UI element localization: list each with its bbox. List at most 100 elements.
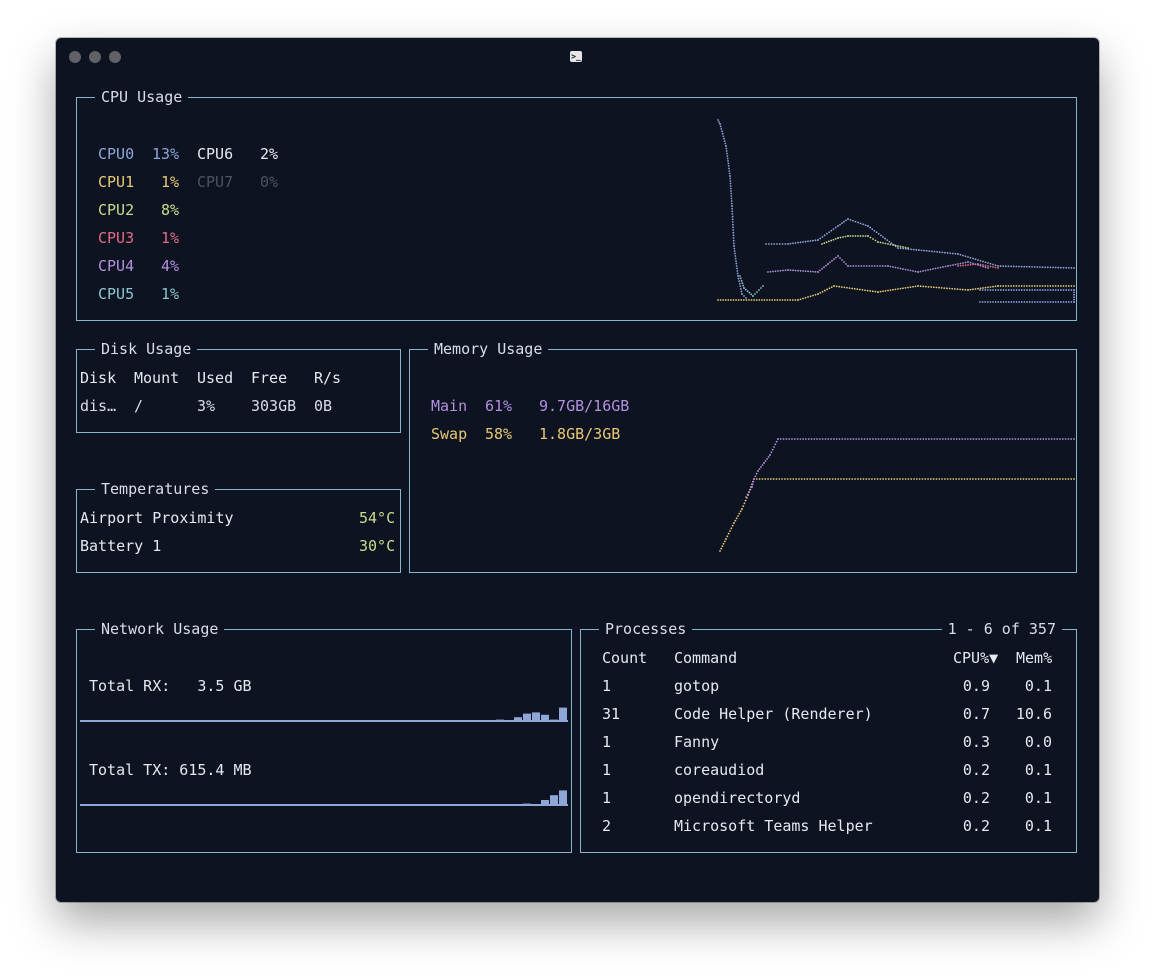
graph-dot (812, 270, 814, 273)
graph-dot (941, 251, 944, 254)
graph-dot (899, 247, 902, 250)
graph-dot (736, 272, 739, 275)
graph-dot (727, 532, 730, 535)
graph-dot (851, 287, 854, 290)
proc-cpu[interactable]: 0.2 (930, 816, 990, 836)
graph-dot (733, 247, 736, 250)
graph-dot (987, 267, 989, 269)
graph-dot (989, 289, 992, 291)
graph-dot (809, 270, 812, 273)
proc-command[interactable]: opendirectoryd (674, 788, 800, 808)
graph-dot (892, 244, 894, 246)
graph-dot (980, 438, 983, 440)
graph-dot (1010, 265, 1013, 268)
graph-dot (982, 265, 984, 268)
temperatures-panel: Temperatures (76, 478, 401, 573)
graph-dot (852, 438, 855, 440)
zoom-button[interactable] (109, 51, 121, 63)
graph-dot (943, 478, 946, 480)
proc-count[interactable]: 1 (602, 788, 611, 808)
graph-dot (860, 265, 863, 267)
proc-header-mem[interactable]: Mem% (1016, 648, 1052, 668)
graph-dot (717, 299, 719, 301)
proc-command[interactable]: Code Helper (Renderer) (674, 704, 873, 724)
close-button[interactable] (69, 51, 81, 63)
disk-header-disk: Disk (80, 369, 117, 387)
proc-count[interactable]: 1 (602, 676, 611, 696)
graph-dot (799, 438, 802, 440)
graph-dot (972, 262, 974, 265)
proc-mem[interactable]: 0.1 (992, 676, 1052, 696)
graph-dot (731, 210, 734, 213)
proc-mem[interactable]: 0.1 (992, 760, 1052, 780)
graph-dot (838, 285, 841, 288)
proc-mem[interactable]: 10.6 (992, 704, 1052, 724)
graph-dot (787, 243, 789, 245)
proc-count[interactable]: 2 (602, 816, 611, 836)
graph-dot (761, 478, 764, 480)
graph-dot (928, 250, 931, 253)
graph-dot (907, 247, 909, 249)
graph-dot (917, 271, 919, 273)
proc-mem[interactable]: 0.1 (992, 816, 1052, 836)
proc-command[interactable]: Fanny (674, 732, 719, 752)
graph-dot (727, 165, 730, 167)
graph-dot (1044, 266, 1047, 269)
proc-mem[interactable]: 0.1 (992, 788, 1052, 808)
proc-command[interactable]: gotop (674, 676, 719, 696)
graph-dot (859, 478, 862, 480)
graph-dot (1073, 301, 1075, 303)
graph-dot (1067, 285, 1070, 287)
proc-mem[interactable]: 0.0 (992, 732, 1052, 752)
graph-dot (727, 162, 730, 165)
proc-command[interactable]: Microsoft Teams Helper (674, 816, 873, 836)
graph-dot (1034, 438, 1036, 440)
graph-dot (738, 280, 741, 283)
proc-cpu[interactable]: 0.9 (930, 676, 990, 696)
graph-dot (882, 478, 885, 480)
proc-count[interactable]: 1 (602, 760, 611, 780)
graph-dot (1033, 301, 1036, 303)
graph-dot (848, 287, 851, 290)
graph-dot (887, 478, 890, 480)
memory-main-percent: 61% (485, 397, 513, 415)
graph-dot (731, 221, 734, 223)
graph-dot (762, 285, 764, 287)
graph-dot (1015, 289, 1018, 291)
graph-dot (902, 438, 905, 440)
proc-cpu[interactable]: 0.3 (930, 732, 990, 752)
graph-dot (767, 456, 770, 458)
graph-dot (952, 478, 955, 480)
graph-dot (869, 438, 872, 440)
sparkline-bar (541, 800, 549, 806)
graph-dot (734, 257, 737, 260)
graph-dot (865, 478, 868, 480)
proc-header-cpu[interactable]: CPU%▼ (953, 648, 998, 668)
proc-cpu[interactable]: 0.7 (930, 704, 990, 724)
graph-dot (725, 145, 727, 147)
proc-count[interactable]: 1 (602, 732, 611, 752)
graph-dot (732, 299, 735, 301)
graph-dot (736, 270, 739, 272)
graph-dot (884, 237, 887, 240)
proc-count[interactable]: 31 (602, 704, 620, 724)
graph-dot (997, 289, 1000, 291)
graph-dot (929, 268, 932, 271)
proc-cpu[interactable]: 0.2 (930, 760, 990, 780)
proc-cpu[interactable]: 0.2 (930, 788, 990, 808)
graph-dot (957, 263, 959, 265)
graph-dot (1031, 265, 1033, 268)
graph-dot (1007, 265, 1010, 268)
minimize-button[interactable] (89, 51, 101, 63)
memory-usage-title: Memory Usage (428, 338, 549, 360)
graph-dot (989, 265, 992, 268)
graph-dot (992, 301, 994, 303)
proc-header-command[interactable]: Command (674, 648, 737, 668)
graph-dot (922, 270, 924, 272)
graph-dot (1039, 289, 1041, 291)
graph-dot (1049, 266, 1052, 269)
graph-dot (758, 289, 760, 291)
graph-dot (770, 243, 773, 245)
proc-command[interactable]: coreaudiod (674, 760, 764, 780)
proc-header-count[interactable]: Count (602, 648, 647, 668)
